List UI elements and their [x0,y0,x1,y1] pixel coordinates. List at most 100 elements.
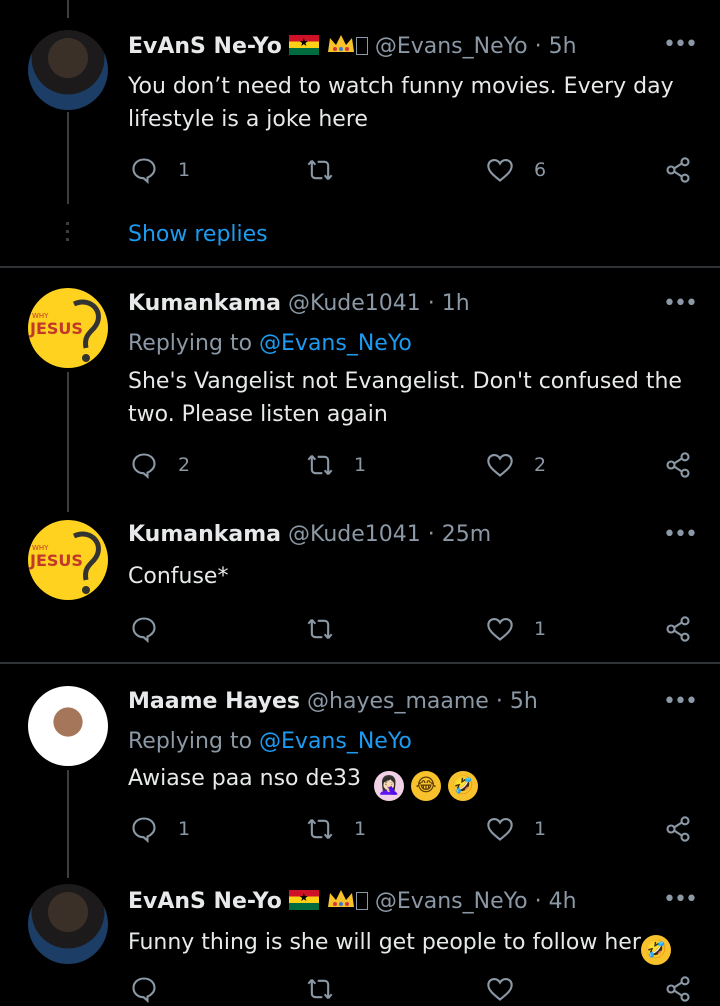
retweet-button[interactable] [306,612,354,646]
replying-to-handle[interactable]: @Evans_NeYo [259,729,412,754]
tears-of-joy-emoji: 😂 [411,771,442,801]
retweet-button[interactable] [306,972,334,1006]
like-button[interactable]: 1 [486,612,546,646]
retweet-button[interactable]: 1 [306,448,366,482]
reply-icon [132,817,156,843]
author-handle[interactable]: @Kude1041 [288,291,421,316]
avatar[interactable]: WHY JESUS [28,520,108,600]
tweet-time[interactable]: · 25m [428,522,491,547]
tweet-header: Kumankama @Kude1041 · 1h [128,291,470,316]
reply-icon [132,158,156,184]
reply-icon [132,453,156,479]
retweet-icon [307,818,333,840]
tweet-header: Kumankama @Kude1041 · 25m [128,522,491,547]
like-icon [487,978,513,1001]
more-icon[interactable]: ••• [663,689,698,714]
author-name[interactable]: Kumankama [128,522,281,547]
tweet-time[interactable]: · 1h [428,291,470,316]
reply-button[interactable]: 1 [130,153,190,187]
show-replies-link[interactable]: Show replies [128,222,268,247]
avatar[interactable] [28,884,108,964]
tweet-header: EvAnS Ne-Yo @Evans_NeYo · 5h [128,32,577,59]
share-button[interactable] [664,972,692,1006]
svg-text:JESUS: JESUS [29,551,83,570]
reply-count: 2 [178,454,191,476]
reply-button[interactable] [130,972,158,1006]
like-count: 1 [534,818,547,840]
reply-icon [132,977,156,1003]
tweet-text: You don’t need to watch funny movies. Ev… [128,74,674,132]
retweet-icon [307,454,333,476]
reply-button[interactable]: 2 [130,448,190,482]
replying-to-label: Replying to [128,331,253,356]
author-handle[interactable]: @Evans_NeYo [375,889,528,914]
like-button[interactable]: 1 [486,812,546,846]
tweet-time[interactable]: · 5h [496,689,538,714]
more-icon[interactable]: ••• [663,291,698,316]
share-icon [666,816,690,842]
reply-button[interactable]: 1 [130,812,190,846]
facepalm-emoji: 🤦🏻‍♀️ [374,771,405,801]
more-icon[interactable]: ••• [663,887,698,912]
author-name[interactable]: Kumankama [128,291,281,316]
retweet-icon [307,159,333,181]
share-button[interactable] [664,153,692,187]
jesus-logo-icon: WHY JESUS [29,299,101,362]
reply-icon [132,617,156,643]
replying-to: Replying to @Evans_NeYo [128,729,412,754]
share-button[interactable] [664,812,692,846]
svg-text:JESUS: JESUS [29,319,83,338]
share-icon [666,157,690,183]
unknown-glyph-icon [355,892,368,910]
author-name[interactable]: EvAnS Ne-Yo [128,34,282,59]
tweet-time[interactable]: · 5h [535,34,577,59]
more-icon[interactable]: ••• [663,32,698,57]
thread-line-kumankama [67,372,69,512]
tweet-text: Confuse* [128,564,229,589]
share-button[interactable] [664,448,692,482]
retweet-count: 1 [354,818,367,840]
share-icon [666,452,690,478]
thread-collapsed-indicator [66,222,69,246]
like-icon [487,454,513,477]
tweet-text-content: Awiase paa nso de33 [128,766,362,791]
replying-to: Replying to @Evans_NeYo [128,331,412,356]
crown-icon [327,890,354,907]
thread-line-top [67,0,69,18]
like-button[interactable] [486,972,514,1006]
more-icon[interactable]: ••• [663,522,698,547]
divider [0,662,720,664]
author-name[interactable]: Maame Hayes [128,689,300,714]
author-handle[interactable]: @Kude1041 [288,522,421,547]
avatar[interactable] [28,686,108,766]
thread-line-maame [67,770,69,878]
retweet-button[interactable]: 1 [306,812,366,846]
like-icon [487,818,513,841]
share-icon [666,976,690,1002]
tweet-header: EvAnS Ne-Yo @Evans_NeYo · 4h [128,887,577,914]
author-handle[interactable]: @Evans_NeYo [375,34,528,59]
retweet-button[interactable] [306,153,354,187]
retweet-count: 1 [354,454,367,476]
tweet-text: Awiase paa nso de33 🤦🏻‍♀️ 😂 🤣 [128,762,688,801]
thread-line-evans [67,112,69,204]
rolling-laughing-emoji: 🤣 [640,935,671,965]
author-handle[interactable]: @hayes_maame [307,689,489,714]
like-count: 6 [534,159,547,181]
tweet-time[interactable]: · 4h [535,889,577,914]
like-button[interactable]: 2 [486,448,546,482]
like-count: 2 [534,454,547,476]
avatar[interactable] [28,30,108,110]
tweet-text: She's Vangelist not Evangelist. Don't co… [128,369,682,427]
author-name[interactable]: EvAnS Ne-Yo [128,889,282,914]
retweet-icon [307,618,333,640]
reply-button[interactable] [130,612,178,646]
avatar[interactable]: WHY JESUS [28,288,108,368]
retweet-icon [307,978,333,1000]
share-icon [666,616,690,642]
share-button[interactable] [664,612,692,646]
replying-to-handle[interactable]: @Evans_NeYo [259,331,412,356]
like-button[interactable]: 6 [486,153,546,187]
jesus-logo-icon: WHY JESUS [29,531,101,594]
unknown-glyph-icon [355,37,368,55]
